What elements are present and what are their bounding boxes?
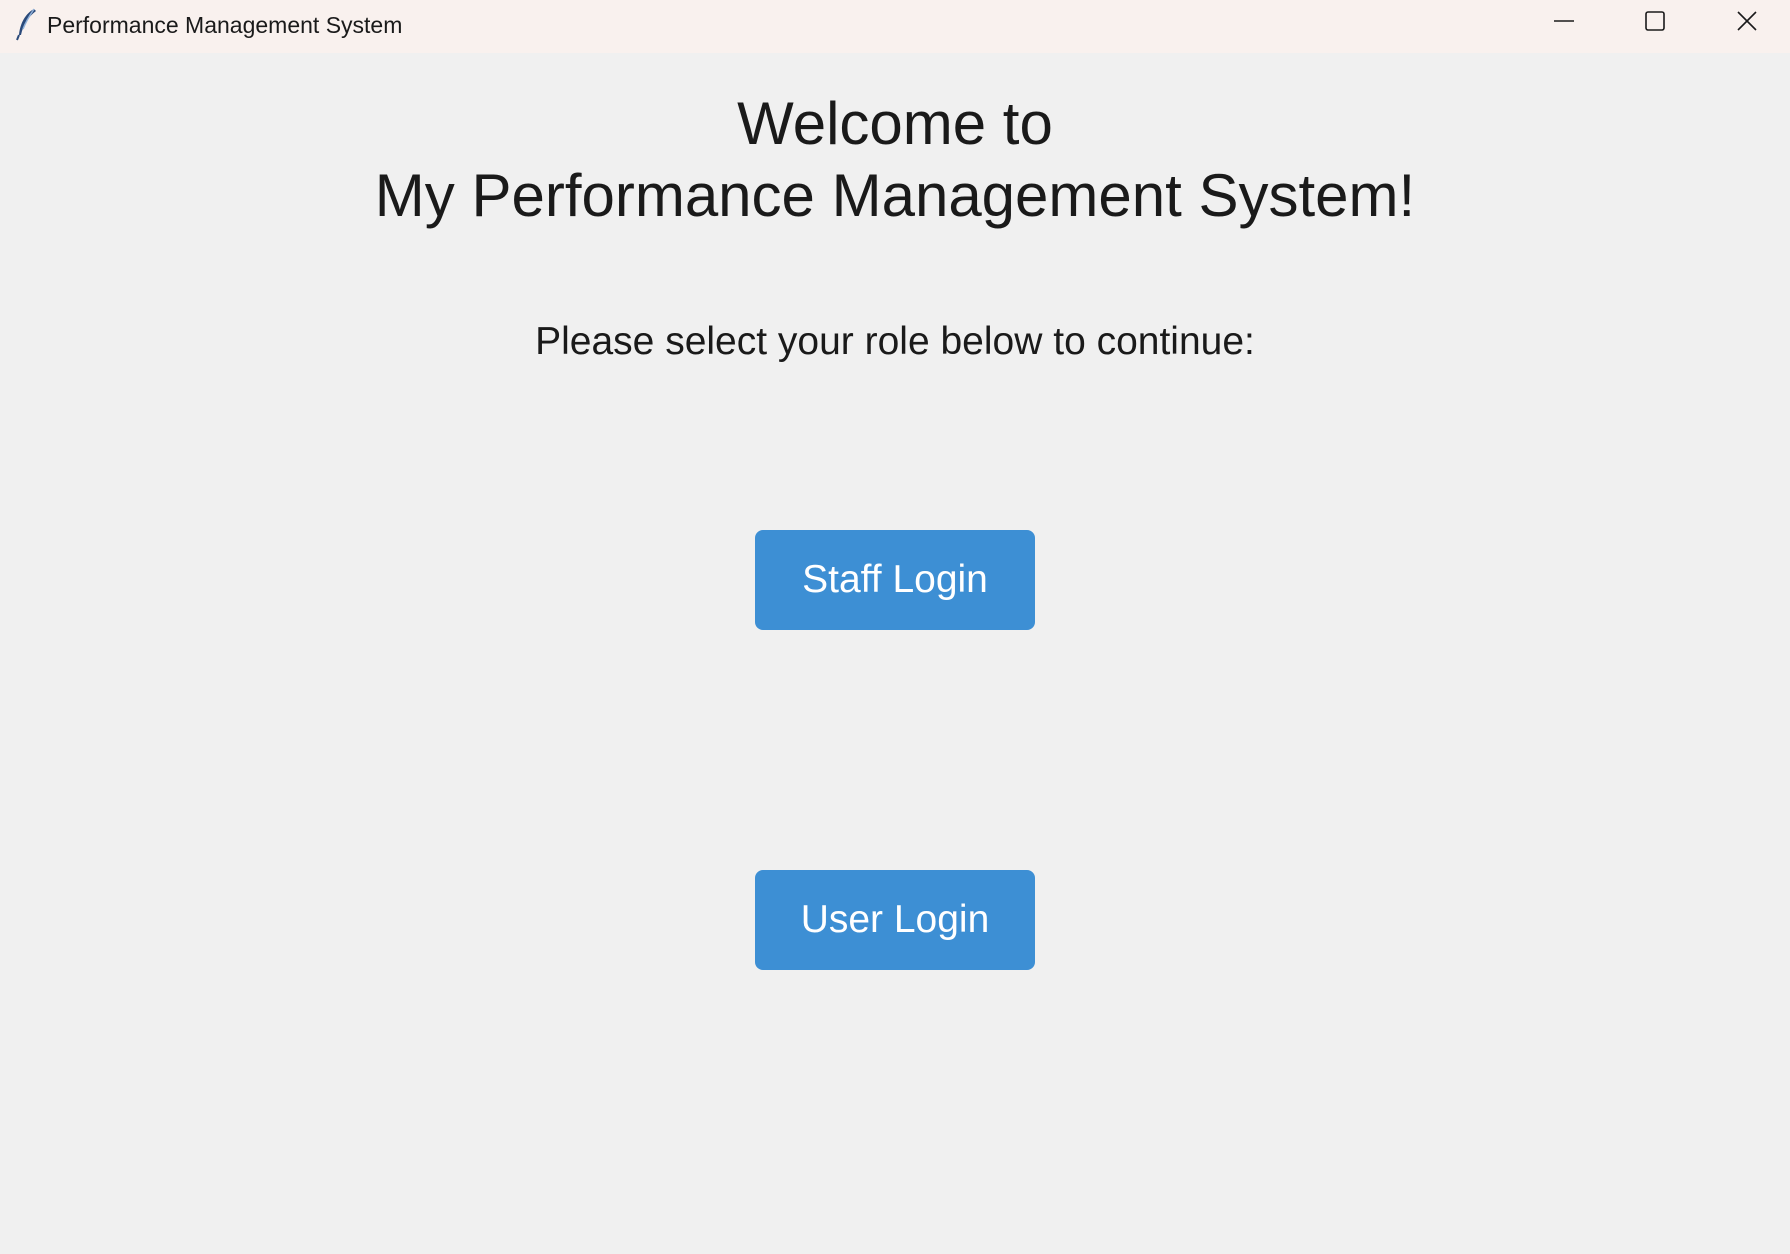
minimize-button[interactable] [1519,0,1609,46]
user-login-button[interactable]: User Login [755,870,1035,970]
welcome-line-1: Welcome to [737,90,1053,157]
minimize-icon [1553,10,1575,37]
window-title: Performance Management System [47,12,403,38]
feather-icon [14,7,40,41]
staff-login-label: Staff Login [802,558,988,601]
staff-login-button[interactable]: Staff Login [755,530,1035,630]
title-bar[interactable]: Performance Management System [0,0,1790,53]
close-icon [1736,10,1758,37]
app-window: Performance Management System Welcome to… [0,0,1790,1254]
welcome-line-2: My Performance Management System! [374,162,1416,229]
close-button[interactable] [1702,0,1790,46]
maximize-button[interactable] [1610,0,1700,46]
maximize-icon [1644,10,1666,37]
welcome-heading: Welcome to My Performance Management Sys… [0,88,1790,232]
user-login-label: User Login [800,898,990,941]
role-prompt: Please select your role below to continu… [535,320,1255,363]
